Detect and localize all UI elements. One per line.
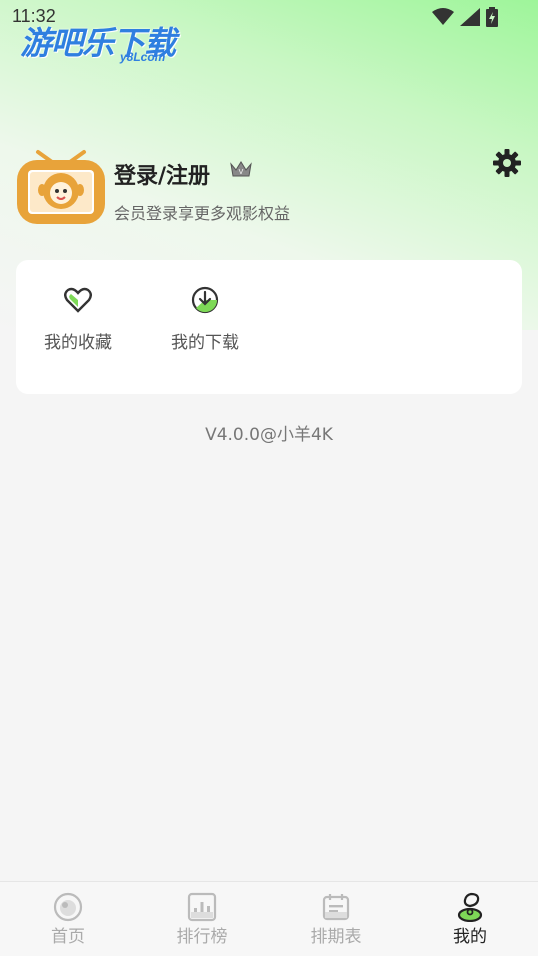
version-text: V4.0.0@小羊4K [205,425,333,445]
favorites-entry[interactable]: 我的收藏 [28,284,128,353]
profile-icon [457,892,483,922]
tv-sheep-avatar-icon [17,150,105,224]
favorites-label: 我的收藏 [44,333,112,353]
member-benefit-text: 会员登录享更多观影权益 [114,204,291,223]
tab-schedule-label: 排期表 [310,927,362,947]
signal-icon [460,8,480,26]
tab-ranking[interactable]: 排行榜 [152,892,252,947]
tab-home-label: 首页 [51,927,85,947]
tab-home[interactable]: 首页 [18,892,118,947]
downloads-entry[interactable]: 我的下载 [155,284,255,353]
home-icon [53,892,83,922]
downloads-label: 我的下载 [171,333,239,353]
calendar-icon [322,894,350,921]
ranking-icon [187,892,217,922]
watermark-domain: y8Lcom [120,50,166,64]
avatar[interactable] [16,144,106,228]
profile-header: 登录/注册 V 会员登录享更多观影权益 [16,144,522,230]
login-register-link[interactable]: 登录/注册 [114,158,210,190]
tab-mine[interactable]: 我的 [420,892,520,947]
svg-text:V: V [239,169,244,176]
download-icon [191,286,219,314]
vip-crown-icon: V [230,160,252,182]
heart-icon [64,287,92,313]
bottom-tab-bar: 首页 排行榜 排期表 我的 [0,881,538,956]
settings-gear-icon[interactable] [492,148,522,178]
wifi-icon [432,8,454,25]
battery-icon [486,7,498,27]
tab-ranking-label: 排行榜 [176,927,228,947]
status-icons [432,7,498,27]
tab-schedule[interactable]: 排期表 [286,892,386,947]
tab-mine-label: 我的 [453,927,487,947]
shortcuts-card: 我的收藏 我的下载 [16,260,522,394]
